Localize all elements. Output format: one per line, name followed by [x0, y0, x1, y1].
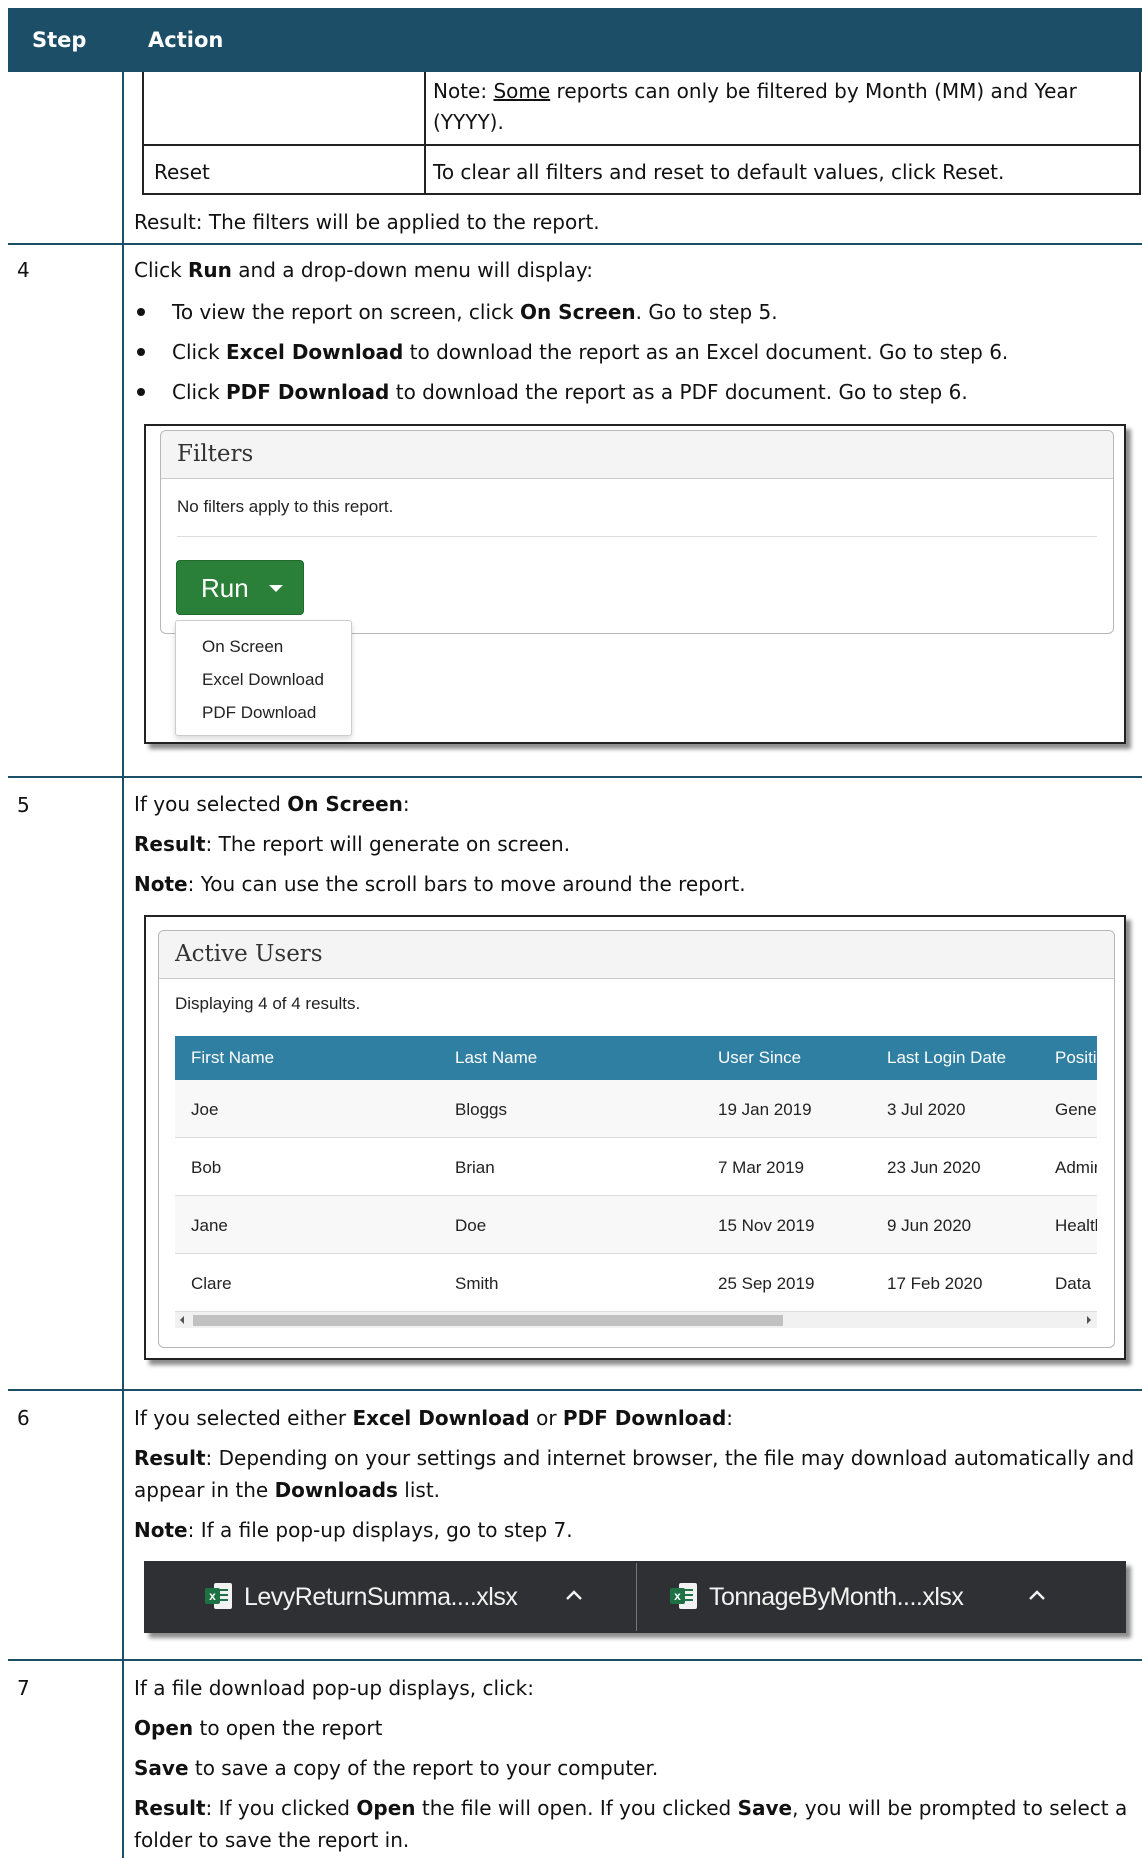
report-title: Active Users	[175, 941, 323, 967]
table-cell: 17 Feb 2020	[887, 1274, 983, 1293]
svg-text:x: x	[674, 1589, 681, 1603]
reset-label: Reset	[154, 160, 210, 184]
table-cell: Bloggs	[455, 1100, 507, 1119]
step7-line-2: Open to open the report	[134, 1716, 383, 1740]
reset-description: To clear all filters and reset to defaul…	[433, 160, 1005, 184]
table-cell: Smith	[455, 1274, 499, 1293]
filters-result: Result: The filters will be applied to t…	[134, 210, 600, 234]
excel-file-icon: x	[670, 1583, 697, 1609]
table-cell: 19 Jan 2019	[718, 1100, 812, 1119]
document-page: Step Action Note: Some reports can only …	[0, 0, 1142, 1858]
step4-bullet-3: Click PDF Download to download the repor…	[172, 380, 968, 404]
column-header[interactable]: First Name	[191, 1048, 274, 1068]
table-cell: 7 Mar 2019	[718, 1158, 804, 1177]
scrollbar-thumb[interactable]	[193, 1315, 783, 1326]
scroll-right-icon[interactable]	[1087, 1316, 1091, 1324]
step7-line-4: Result: If you clicked Open the file wil…	[134, 1796, 1128, 1820]
note-line-2: (YYYY).	[433, 110, 504, 134]
bullet	[137, 348, 145, 356]
row-divider	[8, 1659, 1142, 1661]
divider	[177, 536, 1097, 537]
step6-line-3: appear in the Downloads list.	[134, 1478, 441, 1502]
table-row: Jane Doe 15 Nov 2019 9 Jun 2020 Healtl	[175, 1196, 1097, 1254]
step6-line-1: If you selected either Excel Download or…	[134, 1406, 734, 1430]
menu-item-on-screen[interactable]: On Screen	[202, 637, 283, 657]
table-cell: Jane	[191, 1216, 228, 1235]
column-header[interactable]: Positi	[1055, 1048, 1097, 1068]
results-count: Displaying 4 of 4 results.	[175, 994, 361, 1013]
menu-item-excel-download[interactable]: Excel Download	[202, 670, 324, 690]
table-cell: 15 Nov 2019	[718, 1216, 815, 1235]
menu-item-pdf-download[interactable]: PDF Download	[202, 703, 316, 723]
table-cell: 3 Jul 2020	[887, 1100, 966, 1119]
table-cell: Joe	[191, 1100, 219, 1119]
step4-intro: Click Run and a drop-down menu will disp…	[134, 258, 593, 282]
column-divider	[122, 72, 124, 1858]
table-header-row: First Name Last Name User Since Last Log…	[175, 1036, 1097, 1080]
step6-line-2: Result: Depending on your settings and i…	[134, 1446, 1135, 1470]
table-header: Step Action	[8, 8, 1142, 72]
step-column-header: Step	[32, 28, 87, 52]
step7-line-5: folder to save the report in.	[134, 1828, 410, 1852]
filters-title: Filters	[177, 441, 254, 467]
horizontal-scrollbar[interactable]	[175, 1311, 1097, 1328]
step-number: 5	[17, 793, 30, 817]
svg-text:x: x	[209, 1589, 216, 1603]
excel-file-icon: x	[205, 1583, 232, 1609]
no-filters-message: No filters apply to this report.	[177, 497, 394, 516]
table-row: Bob Brian 7 Mar 2019 23 Jun 2020 Admir	[175, 1138, 1097, 1196]
download-file-name: TonnageByMonth....xlsx	[709, 1583, 964, 1611]
step-number: 7	[17, 1676, 30, 1700]
row-divider	[8, 776, 1142, 778]
run-dropdown-menu: On Screen Excel Download PDF Download	[175, 620, 352, 736]
step-number: 6	[17, 1406, 30, 1430]
downloads-bar: x LevyReturnSumma....xlsx x TonnageByMon…	[144, 1561, 1126, 1633]
step4-bullet-1: To view the report on screen, click On S…	[172, 300, 778, 324]
column-header[interactable]: User Since	[718, 1048, 801, 1068]
chevron-up-icon[interactable]	[1027, 1585, 1047, 1605]
table-cell: Healtl	[1055, 1216, 1097, 1235]
chevron-up-icon[interactable]	[564, 1585, 584, 1605]
table-row: Clare Smith 25 Sep 2019 17 Feb 2020 Data…	[175, 1254, 1097, 1312]
active-users-table: First Name Last Name User Since Last Log…	[175, 1036, 1097, 1328]
step5-line-1: If you selected On Screen:	[134, 792, 410, 816]
step5-line-2: Result: The report will generate on scre…	[134, 832, 571, 856]
table-cell: Data I	[1055, 1274, 1097, 1293]
download-item[interactable]: x LevyReturnSumma....xlsx	[144, 1561, 636, 1633]
table-cell: 25 Sep 2019	[718, 1274, 815, 1293]
table-cell: Bob	[191, 1158, 222, 1177]
step6-line-4: Note: If a file pop-up displays, go to s…	[134, 1518, 573, 1542]
scroll-left-icon[interactable]	[180, 1316, 184, 1324]
row-divider	[8, 1389, 1142, 1391]
table-cell: 9 Jun 2020	[887, 1216, 972, 1235]
step-number: 4	[17, 258, 30, 282]
table-cell: Admir	[1055, 1158, 1097, 1177]
bullet	[137, 308, 145, 316]
table-cell: 23 Jun 2020	[887, 1158, 981, 1177]
download-item[interactable]: x TonnageByMonth....xlsx	[637, 1561, 1126, 1633]
step7-line-1: If a file download pop-up displays, clic…	[134, 1676, 534, 1700]
note-line-1: Note: Some reports can only be filtered …	[433, 79, 1077, 103]
step5-line-3: Note: You can use the scroll bars to mov…	[134, 872, 746, 896]
column-header[interactable]: Last Name	[455, 1048, 537, 1068]
table-cell: Gene	[1055, 1100, 1097, 1119]
bullet	[137, 388, 145, 396]
step7-line-3: Save to save a copy of the report to you…	[134, 1756, 659, 1780]
run-button[interactable]: Run	[176, 560, 304, 615]
download-file-name: LevyReturnSumma....xlsx	[244, 1583, 518, 1611]
table-cell: Clare	[191, 1274, 232, 1293]
caret-down-icon	[269, 585, 283, 592]
step4-bullet-2: Click Excel Download to download the rep…	[172, 340, 1009, 364]
table-cell: Doe	[455, 1216, 487, 1235]
column-header[interactable]: Last Login Date	[887, 1048, 1006, 1068]
action-column-header: Action	[148, 28, 224, 52]
table-row: Joe Bloggs 19 Jan 2019 3 Jul 2020 Gene	[175, 1080, 1097, 1138]
table-cell: Brian	[455, 1158, 495, 1177]
row-divider	[8, 243, 1142, 245]
